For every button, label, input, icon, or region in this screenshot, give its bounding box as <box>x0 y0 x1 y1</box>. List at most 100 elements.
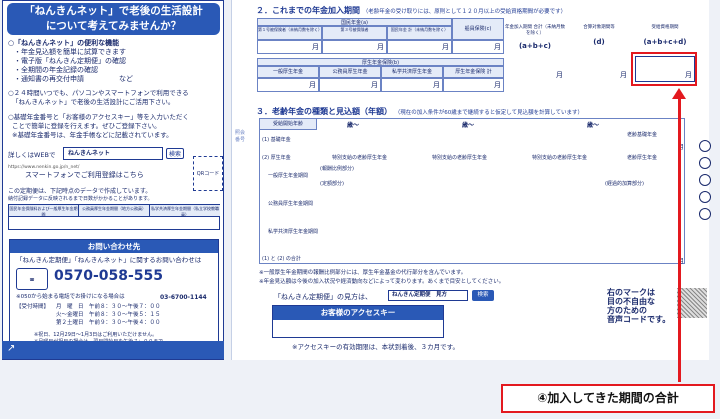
feature-item: ・全期間の年金記録の確認 <box>14 66 98 74</box>
unit: 月 <box>494 81 501 89</box>
howto-search-button[interactable]: 検索 <box>472 290 494 301</box>
row-label: (1) と (2) の合計 <box>262 256 301 262</box>
header-line-1: 「ねんきんネット」で老後の生活設計 <box>24 5 203 17</box>
unit: 月 <box>494 43 501 51</box>
row-label: 公務員厚生年金期間 <box>268 201 314 207</box>
age-unit: 歳〜 <box>462 122 475 129</box>
contact-line: 「ねんきん定期便」「ねんきんネット」に関するお問い合わせは <box>16 256 202 264</box>
col-header: 一般厚生年金 <box>257 66 319 78</box>
old-basic-label: 老齢基礎年金 <box>627 132 658 138</box>
usage-text: ○２４時間いつでも、パソコンやスマートフォンで利用できる <box>8 89 189 97</box>
total-label: 年金加入期間 合計（未納月数を除く） <box>505 25 565 36</box>
note-a: ※一般厚生年金期間の報酬比例部分には、厚生年金基金の代行部分を含んでいます。 <box>259 270 467 276</box>
value-cell: 月 <box>443 78 504 92</box>
register-note: ※基礎年金番号は、年金手帳などに記載されています。 <box>12 131 173 139</box>
qr-code: QRコード <box>193 156 223 191</box>
header-line-2: について考えてみませんか？ <box>45 20 182 32</box>
unit: 月 <box>442 43 449 51</box>
voice-code <box>677 288 707 318</box>
combined-value: 月 <box>570 56 630 82</box>
vertical-label: 照会番号 <box>235 130 246 143</box>
combined-key: (d) <box>593 38 605 46</box>
kosei-header: 厚生年金保険(b) <box>257 58 504 66</box>
feature-heading: ○「ねんきんネット」の便利な機能 <box>8 39 120 47</box>
voice-line: 目の不自由な <box>607 297 655 306</box>
unit: 月 <box>312 43 319 51</box>
access-key-header: お客様のアクセスキー <box>273 306 443 320</box>
section3-title: ３．老齢年金の種類と見込額（年額） （現在の加入条件が60歳まで継続すると仮定し… <box>256 106 583 117</box>
col-header: 第３号被保険者 <box>322 26 387 40</box>
col-header: 国民年金 計（未納月数を除く） <box>387 26 452 40</box>
punch-hole <box>699 208 711 220</box>
unit: 月 <box>371 81 378 89</box>
age-header: 受給開始年齢 <box>259 118 317 130</box>
access-key-box: お客様のアクセスキー <box>272 305 444 338</box>
howto-search-box[interactable]: ねんきん定期便 見方 <box>388 290 468 301</box>
navi-dial-logo: ☎ <box>16 268 48 290</box>
arrow-icon: ↗ <box>7 343 16 354</box>
callout-line <box>678 98 681 382</box>
hours-row: 第２土曜日 午前９：３０～午後４：００ <box>56 320 161 326</box>
register-text: ことで簡単に登録を行えます。ぜひご登録下さい。 <box>12 122 161 130</box>
age-unit: 歳〜 <box>347 122 360 129</box>
left-footer-bar: ↗ <box>2 341 224 359</box>
special-label: 特別支給の老齢厚生年金 <box>532 155 588 161</box>
unit: 月 <box>377 43 384 51</box>
document-page: 「ねんきんネット」で老後の生活設計 について考えてみませんか？ ○「ねんきんネッ… <box>0 0 720 419</box>
punch-hole <box>699 157 711 169</box>
row-label: 私学共済厚生年金期間 <box>268 229 319 235</box>
punch-hole <box>699 140 711 152</box>
special-label: 特別支給の老齢厚生年金 <box>432 155 488 161</box>
unit: 月 <box>433 81 440 89</box>
section2-note: （老齢年金の受け取りには、原則として１２０月以上の受給資格期間が必要です） <box>362 9 567 15</box>
qual-label: 受給資格期間 <box>651 25 679 30</box>
section3-title-text: ３．老齢年金の種類と見込額（年額） <box>256 107 392 116</box>
feature-item: ・通知書の再交付申請 など <box>14 75 133 83</box>
special-label: 特別支給の老齢厚生年金 <box>332 155 388 161</box>
web-label: 詳しくはWEBで <box>8 151 56 159</box>
callout-label: ④加入してきた期間の合計 <box>501 384 715 413</box>
seaman-header: 船員保険(c) <box>452 18 504 40</box>
age-unit: 歳〜 <box>587 122 600 129</box>
howto-text: 「ねんきん定期便」の見方は、 <box>274 293 372 301</box>
combined-label: 合算対象期間等 <box>583 25 615 30</box>
access-note: ※アクセスキーの有効期限は、本状到着後、３カ月です。 <box>292 343 459 351</box>
phone-2[interactable]: 03-6700-1144 <box>160 293 207 302</box>
feature-item: ・年金見込額を簡単に試算できます <box>14 48 126 56</box>
phone-number[interactable]: 0570-058-555 <box>54 268 163 284</box>
section2-title-text: ２．これまでの年金加入期間 <box>256 6 360 15</box>
row-label: (1) 基礎年金 <box>262 137 291 143</box>
sub-label: (報酬比例部分) <box>320 166 354 172</box>
nenkin-net-header: 「ねんきんネット」で老後の生活設計 について考えてみませんか？ <box>7 3 220 35</box>
section3-note: （現在の加入条件が60歳まで継続すると仮定して見込額を計算しています） <box>394 110 583 116</box>
date-table-header: 公務員厚生年金期間（地方公務員） <box>79 205 150 217</box>
col-header: 第１号被保険者（未納月数を除く） <box>257 26 322 40</box>
note-b: ※年金見込額は今後の加入状況や経済動向などによって変わります。あくまで目安として… <box>259 279 505 285</box>
combined-header: 合算対象期間等 (d) <box>568 18 630 56</box>
sub-label: (定額部分) <box>320 181 344 187</box>
usage-text: 「ねんきんネット」で老後の生活設計にご活用下さい。 <box>12 98 175 106</box>
punch-hole <box>699 174 711 186</box>
contact-box: お問い合わせ先 「ねんきん定期便」「ねんきんネット」に関するお問い合わせは ☎ … <box>9 239 219 357</box>
sub-label: (経過的加算部分) <box>605 181 644 187</box>
unit: 月 <box>620 71 627 79</box>
value-cell: 月 <box>452 40 504 54</box>
smartphone-text: スマートフォンでご利用登録はこちら <box>25 171 144 179</box>
date-table: 国民年金保険料および一般厚生年金期間 公務員厚生年金期間（地方公務員） 私学共済… <box>8 204 220 230</box>
arrow-head-icon <box>672 88 686 99</box>
phone-note: ※050から始まる電話でお掛けになる場合は <box>16 294 125 300</box>
search-button[interactable]: 検索 <box>166 148 184 159</box>
contact-header: お問い合わせ先 <box>10 240 218 253</box>
search-box[interactable]: ねんきんネット <box>63 147 163 160</box>
value-cell: 月 <box>381 78 443 92</box>
value-cell: 月 <box>257 40 322 54</box>
total-header: 年金加入期間 合計（未納月数を除く） (a+b+c) <box>504 18 566 56</box>
national-pension-header: 国民年金(a) <box>257 18 452 26</box>
voice-line: 右のマークは <box>607 288 655 297</box>
punch-hole <box>699 191 711 203</box>
date-table-header: 国民年金保険料および一般厚生年金期間 <box>9 205 79 217</box>
row-label: 一般厚生年金期間 <box>268 173 309 179</box>
left-panel: 「ねんきんネット」で老後の生活設計 について考えてみませんか？ ○「ねんきんネッ… <box>2 0 224 360</box>
row-label: (2) 厚生年金 <box>262 155 291 161</box>
col-header: 私学共済厚生年金 <box>381 66 443 78</box>
